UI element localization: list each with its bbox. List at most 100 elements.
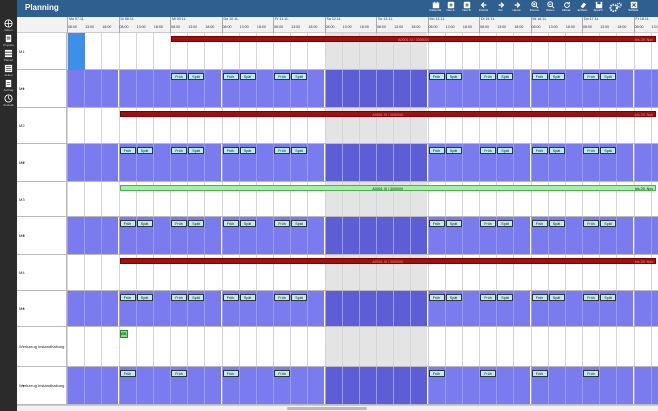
time-cell[interactable] <box>461 217 479 254</box>
time-cell[interactable] <box>599 327 616 366</box>
time-cell[interactable] <box>633 367 651 404</box>
sidebar-item-projekte[interactable]: Projekte <box>0 33 17 47</box>
row-cells[interactable] <box>67 144 658 182</box>
time-cell[interactable] <box>341 367 359 404</box>
time-cell[interactable] <box>564 144 582 181</box>
order-bar[interactable]: A0001 (0 / 300000) bis 29. Nov <box>171 36 656 42</box>
shift-late[interactable]: Spät <box>445 147 462 154</box>
shift-early[interactable]: Früh <box>583 294 599 301</box>
shift-late[interactable]: Spät <box>497 73 513 80</box>
time-cell[interactable] <box>152 217 170 254</box>
time-cell[interactable] <box>650 291 658 326</box>
time-cell[interactable] <box>67 327 84 366</box>
time-cell[interactable] <box>84 33 101 69</box>
time-cell[interactable] <box>324 291 342 326</box>
selected-time-slot[interactable] <box>68 33 85 70</box>
time-cell[interactable] <box>427 327 445 366</box>
time-cell[interactable] <box>616 144 634 181</box>
time-cell[interactable] <box>410 144 428 181</box>
time-cell[interactable] <box>187 367 205 404</box>
time-cell[interactable] <box>255 327 273 366</box>
toolbar-button-5[interactable]: Heute <box>509 1 524 16</box>
shift-early[interactable]: Früh <box>171 294 187 301</box>
time-cell[interactable] <box>152 33 170 69</box>
expand-icon[interactable]: ⇥ <box>21 160 24 165</box>
time-cell[interactable] <box>547 367 565 404</box>
time-cell[interactable] <box>238 367 256 404</box>
time-cell[interactable] <box>67 367 85 404</box>
time-cell[interactable] <box>616 327 633 366</box>
shift-late[interactable]: Spät <box>136 294 153 301</box>
shift-late[interactable]: Spät <box>600 73 616 80</box>
time-cell[interactable] <box>118 33 136 69</box>
time-cell[interactable] <box>290 367 308 404</box>
shift-early[interactable]: Früh <box>428 220 445 227</box>
shift-late[interactable]: Spät <box>136 220 153 227</box>
toolbar-button-6[interactable]: Zoom+ <box>527 1 542 16</box>
shift-late[interactable]: Spät <box>239 294 256 301</box>
shift-late[interactable]: Spät <box>600 294 616 301</box>
shift-late[interactable]: Spät <box>548 294 565 301</box>
shift-late[interactable]: Spät <box>291 73 307 80</box>
time-cell[interactable] <box>152 327 170 366</box>
toolbar-button-9[interactable]: Entfern <box>575 1 590 16</box>
time-cell[interactable] <box>582 327 599 366</box>
shift-early[interactable]: Früh <box>171 147 187 154</box>
shift-late[interactable]: Spät <box>188 73 204 80</box>
time-cell[interactable] <box>135 33 153 69</box>
time-cell[interactable] <box>67 182 84 216</box>
time-cell[interactable] <box>307 327 324 366</box>
shift-late[interactable]: Spät <box>548 220 565 227</box>
time-cell[interactable] <box>152 70 170 107</box>
time-cell[interactable] <box>204 217 222 254</box>
order-bar[interactable]: A0001 (0 / 300000) bis 29. Nov <box>119 111 656 117</box>
shift-late[interactable]: Spät <box>291 147 307 154</box>
time-cell[interactable] <box>101 327 118 366</box>
time-cell[interactable] <box>376 291 394 326</box>
shift-early[interactable]: Früh <box>531 147 548 154</box>
time-cell[interactable] <box>530 327 548 366</box>
time-cell[interactable] <box>650 217 658 254</box>
time-cell[interactable] <box>564 367 582 404</box>
toolbar-button-8[interactable]: Aktual. <box>559 1 574 16</box>
time-cell[interactable] <box>376 144 394 181</box>
time-cell[interactable] <box>204 144 222 181</box>
time-cell[interactable] <box>204 327 221 366</box>
shift-early[interactable]: Früh <box>274 73 290 80</box>
time-cell[interactable] <box>410 217 428 254</box>
time-cell[interactable] <box>410 291 428 326</box>
time-cell[interactable] <box>324 70 342 107</box>
time-cell[interactable] <box>307 367 325 404</box>
horizontal-scrollbar[interactable] <box>17 405 658 411</box>
time-cell[interactable] <box>376 327 394 366</box>
shift-late[interactable]: Spät <box>548 147 565 154</box>
shift-late[interactable]: Spät <box>291 220 307 227</box>
shift-late[interactable]: Spät <box>136 147 153 154</box>
time-cell[interactable] <box>633 327 651 366</box>
time-cell[interactable] <box>152 144 170 181</box>
time-cell[interactable] <box>479 327 496 366</box>
time-cell[interactable] <box>84 182 101 216</box>
time-cell[interactable] <box>67 217 85 254</box>
shift-early[interactable]: Früh <box>480 147 496 154</box>
shift-early[interactable]: Früh <box>531 370 548 377</box>
time-cell[interactable] <box>84 291 102 326</box>
shift-late[interactable]: Spät <box>239 73 256 80</box>
time-cell[interactable] <box>307 144 325 181</box>
time-cell[interactable] <box>410 327 428 366</box>
time-cell[interactable] <box>118 70 136 107</box>
time-cell[interactable] <box>152 291 170 326</box>
time-cell[interactable] <box>410 70 428 107</box>
time-cell[interactable] <box>255 367 273 404</box>
time-cell[interactable] <box>358 327 376 366</box>
row-cells[interactable] <box>67 217 658 255</box>
shift-early[interactable]: Früh <box>428 294 445 301</box>
time-cell[interactable] <box>444 367 462 404</box>
time-cell[interactable] <box>393 327 411 366</box>
toolbar-button-3[interactable]: Zurück <box>476 1 491 16</box>
time-cell[interactable] <box>341 217 359 254</box>
time-cell[interactable] <box>616 367 634 404</box>
time-cell[interactable] <box>564 217 582 254</box>
time-cell[interactable] <box>307 217 325 254</box>
time-cell[interactable] <box>496 327 513 366</box>
